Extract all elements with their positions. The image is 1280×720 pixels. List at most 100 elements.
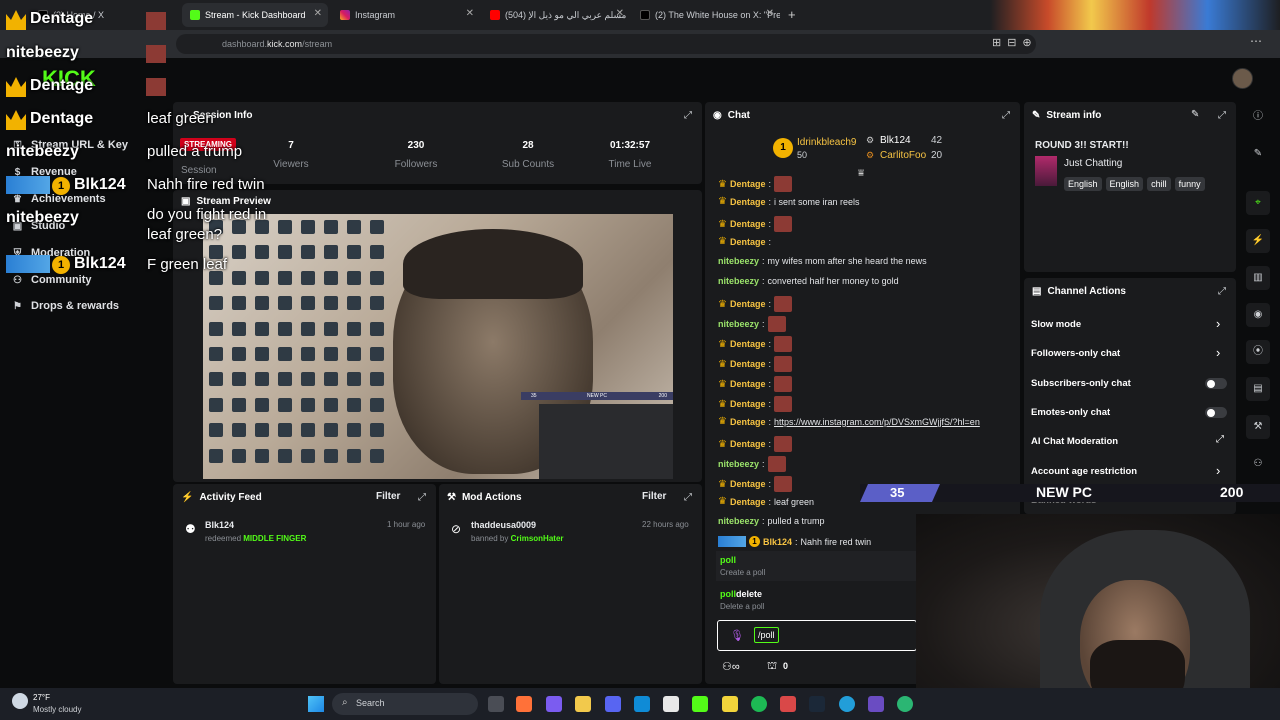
close-tab-icon[interactable]: ✕ bbox=[616, 8, 624, 19]
chat-username[interactable]: Dentage bbox=[730, 497, 766, 507]
steam-icon[interactable] bbox=[809, 696, 825, 712]
app-icon[interactable] bbox=[780, 696, 796, 712]
sidebar-item-community[interactable]: ⚇Community⌄ bbox=[12, 274, 179, 286]
close-tab-icon[interactable]: ✕ bbox=[466, 8, 474, 19]
broadcast-icon[interactable]: ⦿ bbox=[1246, 340, 1270, 364]
store-icon[interactable]: ⛫ bbox=[767, 660, 777, 674]
emote-icon[interactable]: ⚇∞ bbox=[722, 660, 740, 673]
subscribers-only-toggle[interactable] bbox=[1205, 378, 1227, 389]
sticky-notes-icon[interactable] bbox=[722, 696, 738, 712]
info-icon[interactable]: ⓘ bbox=[1246, 105, 1270, 129]
emotes-only-toggle[interactable] bbox=[1205, 407, 1227, 418]
chat-message[interactable]: ♛ Dentage: bbox=[718, 476, 792, 492]
tab-x-whitehouse[interactable]: (2) The White House on X: "Pre ✕ bbox=[632, 3, 780, 27]
user-avatar[interactable] bbox=[1232, 68, 1253, 89]
start-button[interactable] bbox=[308, 696, 324, 712]
chat-message[interactable]: ♛ Dentage: bbox=[718, 356, 792, 372]
pin-icon[interactable]: ⩸ bbox=[858, 168, 864, 179]
expand-icon[interactable]: ⤢ bbox=[684, 492, 692, 503]
followers-only-row[interactable]: Followers-only chat bbox=[1031, 348, 1120, 359]
expand-icon[interactable]: ⤢ bbox=[1218, 286, 1226, 297]
chat-message[interactable]: ♛ Dentage: bbox=[718, 296, 792, 312]
chat-username[interactable]: Dentage bbox=[730, 379, 766, 389]
activity-user[interactable]: Blk124 bbox=[205, 520, 234, 530]
chat-message[interactable]: ♛ Dentage: leaf green bbox=[718, 496, 814, 507]
chat-message[interactable]: ♛ Dentage: bbox=[718, 336, 792, 352]
menu-icon[interactable]: ⋯ bbox=[1250, 34, 1262, 48]
weather-desc[interactable]: Mostly cloudy bbox=[33, 705, 81, 714]
weather-temp[interactable]: 27°F bbox=[33, 693, 50, 702]
store-icon[interactable] bbox=[663, 696, 679, 712]
microphone-icon[interactable]: 🎙 bbox=[730, 629, 744, 642]
new-tab-button[interactable]: + bbox=[788, 7, 796, 22]
app-icon[interactable] bbox=[897, 696, 913, 712]
ai-moderation-row[interactable]: AI Chat Moderation bbox=[1031, 436, 1118, 447]
external-link-icon[interactable]: ⤢ bbox=[1216, 434, 1224, 445]
chat-username[interactable]: Dentage bbox=[730, 339, 766, 349]
chat-input[interactable]: 🎙 /poll bbox=[717, 620, 917, 651]
chevron-right-icon[interactable]: › bbox=[1216, 316, 1220, 331]
chat-message[interactable]: nitebeezy: converted half her money to go… bbox=[718, 276, 899, 286]
expand-icon[interactable]: ⤢ bbox=[418, 492, 426, 503]
copilot-icon[interactable] bbox=[546, 696, 562, 712]
expand-icon[interactable]: ⤢ bbox=[684, 110, 692, 121]
stream-preview-video[interactable]: 35 NEW PC 200 bbox=[203, 214, 673, 479]
chat-message[interactable]: ♛ Dentage: bbox=[718, 376, 792, 392]
chat-username[interactable]: nitebeezy bbox=[718, 256, 759, 266]
chat-username[interactable]: Dentage bbox=[730, 479, 766, 489]
chat-username[interactable]: Dentage bbox=[730, 299, 766, 309]
document-icon[interactable]: ▥ bbox=[1246, 266, 1270, 290]
edge-icon[interactable] bbox=[634, 696, 650, 712]
chat-username[interactable]: Blk124 bbox=[763, 537, 792, 547]
stream-category[interactable]: Just Chatting bbox=[1064, 158, 1122, 169]
chat-bubble-icon[interactable]: ◉ bbox=[1246, 303, 1270, 327]
tab-kick-dashboard[interactable]: Stream - Kick Dashboard ✕ bbox=[182, 3, 328, 27]
chat-message[interactable]: ♛ Dentage: i sent some iran reels bbox=[718, 196, 860, 207]
target-icon[interactable]: ⌖ bbox=[1246, 191, 1270, 215]
close-tab-icon[interactable]: ✕ bbox=[314, 8, 322, 19]
chat-username[interactable]: nitebeezy bbox=[718, 516, 759, 526]
taskbar-search[interactable]: ⌕ Search bbox=[332, 693, 478, 715]
chat-username[interactable]: Dentage bbox=[730, 219, 766, 229]
chat-username[interactable]: Dentage bbox=[730, 179, 766, 189]
tab-youtube[interactable]: (504) مسلم عربي الي مو ذيل الإ ✕ bbox=[482, 3, 630, 27]
close-tab-icon[interactable]: ✕ bbox=[766, 8, 774, 19]
chat-username[interactable]: Dentage bbox=[730, 399, 766, 409]
chat-username[interactable]: nitebeezy bbox=[718, 459, 759, 469]
chat-username[interactable]: Dentage bbox=[730, 197, 766, 207]
expand-icon[interactable]: ⤢ bbox=[1218, 110, 1226, 121]
chat-username[interactable]: Dentage bbox=[730, 237, 766, 247]
chat-username[interactable]: Dentage bbox=[730, 439, 766, 449]
community-icon[interactable]: ⚇ bbox=[1246, 452, 1270, 476]
mod-user[interactable]: thaddeusa0009 bbox=[471, 520, 536, 530]
chat-username[interactable]: nitebeezy bbox=[718, 319, 759, 329]
mod-filter-button[interactable]: Filter bbox=[642, 491, 666, 502]
chat-input-value[interactable]: /poll bbox=[754, 627, 779, 643]
chat-message[interactable]: 1 Blk124: Nahh fire red twin bbox=[718, 536, 871, 547]
leaderboard-name-3[interactable]: CarlitoFoo bbox=[880, 150, 926, 161]
account-age-row[interactable]: Account age restriction bbox=[1031, 466, 1137, 477]
pencil-icon[interactable]: ✎ bbox=[1246, 142, 1270, 166]
wrench-icon[interactable]: ⚒ bbox=[1246, 415, 1270, 439]
toolbar-icons[interactable]: ⊞⊟⊕ bbox=[992, 36, 1038, 49]
leaderboard-name-2[interactable]: Blk124 bbox=[880, 135, 911, 146]
slow-mode-row[interactable]: Slow mode bbox=[1031, 319, 1081, 330]
suggestion-poll[interactable]: poll Create a poll bbox=[716, 551, 916, 581]
chat-message[interactable]: nitebeezy: bbox=[718, 316, 786, 332]
subscribers-only-row[interactable]: Subscribers-only chat bbox=[1031, 378, 1131, 389]
chat-message[interactable]: nitebeezy: bbox=[718, 456, 786, 472]
chat-message[interactable]: ♛ Dentage: bbox=[718, 216, 792, 232]
edit-icon[interactable]: ✎ bbox=[1191, 109, 1199, 120]
telegram-icon[interactable] bbox=[839, 696, 855, 712]
layout-icon[interactable]: ▤ bbox=[1246, 377, 1270, 401]
kick-icon[interactable] bbox=[692, 696, 708, 712]
discord-icon[interactable] bbox=[605, 696, 621, 712]
task-view-icon[interactable] bbox=[488, 696, 504, 712]
app-icon[interactable] bbox=[868, 696, 884, 712]
chat-username[interactable]: Dentage bbox=[730, 417, 766, 427]
suggestion-polldelete[interactable]: polldelete Delete a poll bbox=[716, 584, 916, 614]
chat-username[interactable]: Dentage bbox=[730, 359, 766, 369]
file-explorer-icon[interactable] bbox=[575, 696, 591, 712]
sidebar-item-drops-rewards[interactable]: ⚑ Drops & rewards bbox=[12, 300, 119, 312]
tab-instagram[interactable]: Instagram ✕ bbox=[332, 3, 480, 27]
